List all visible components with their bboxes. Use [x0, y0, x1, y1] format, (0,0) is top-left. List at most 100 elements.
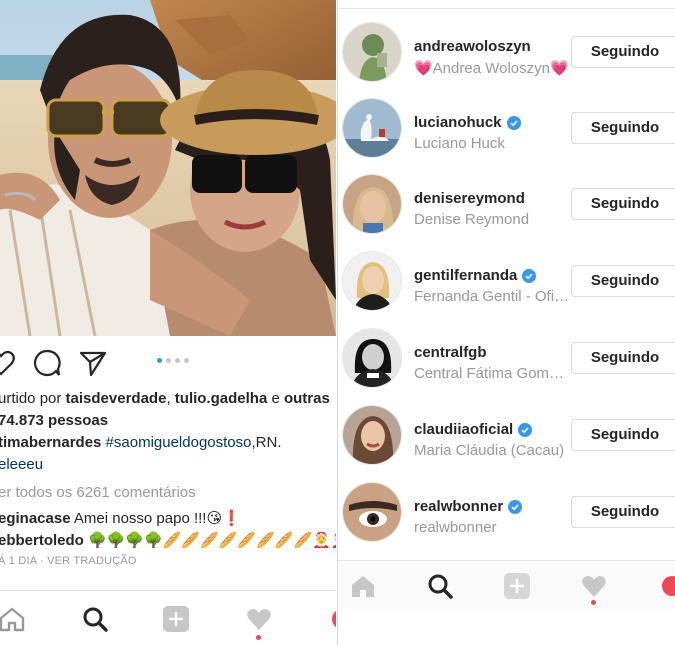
- divider: [338, 8, 675, 9]
- carousel-dot: [166, 358, 171, 363]
- full-name: 💗Andrea Woloszyn💗: [414, 60, 569, 77]
- username[interactable]: denisereymond: [414, 190, 525, 207]
- avatar[interactable]: [342, 482, 402, 542]
- beach-selfie-photo: [0, 0, 336, 336]
- likes-count[interactable]: 74.873 pessoas: [0, 410, 336, 432]
- post-details: urtido por taisdeverdade, tulio.gadelha …: [0, 388, 336, 570]
- following-row[interactable]: centralfgb Central Fátima Gomes... Segui…: [338, 320, 675, 396]
- blank-area: [338, 610, 675, 645]
- activity-notification-dot: [591, 600, 596, 605]
- username[interactable]: centralfgb: [414, 344, 487, 361]
- following-button[interactable]: Seguindo: [571, 419, 675, 451]
- avatar-image: [343, 406, 401, 464]
- caption-username[interactable]: tima­bernardes: [0, 434, 101, 451]
- new-post-icon[interactable]: [503, 572, 531, 600]
- following-row[interactable]: claudiiaoficial Maria Cláudia (Cacau) Se…: [338, 397, 675, 473]
- like-heart-icon[interactable]: [0, 348, 16, 378]
- post-time: Á 1 DIA: [0, 555, 37, 567]
- view-all-comments-link[interactable]: er todos os 6261 comentários: [0, 482, 336, 504]
- home-icon[interactable]: [0, 605, 26, 633]
- new-post-icon[interactable]: [162, 605, 190, 633]
- home-icon[interactable]: [349, 572, 377, 600]
- liked-by-prefix: urtido por: [0, 390, 66, 407]
- comment-username[interactable]: ebbertoledo: [0, 532, 84, 549]
- username[interactable]: andreawoloszyn: [414, 38, 531, 55]
- caption-line: tima­bernardes #saomigueldogostoso,RN.: [0, 432, 336, 454]
- separator: ,: [166, 390, 175, 407]
- username[interactable]: claudiiaoficial: [414, 421, 533, 438]
- liked-by-user-link[interactable]: tulio.gadelha: [175, 390, 268, 407]
- following-row[interactable]: realwbonner realwbonner Seguindo: [338, 474, 675, 550]
- post-photo[interactable]: [0, 0, 336, 336]
- verified-badge-icon: [506, 115, 521, 130]
- username-text: realwbonner: [414, 498, 504, 515]
- avatar[interactable]: [342, 22, 402, 82]
- liked-by-others-link[interactable]: outras: [284, 390, 330, 407]
- comment-username[interactable]: eginacase: [0, 510, 71, 527]
- activity-heart-icon[interactable]: [245, 605, 273, 633]
- avatar-image: [343, 329, 401, 387]
- full-name: Denise Reymond: [414, 211, 530, 228]
- verified-badge-icon: [522, 268, 537, 283]
- comment-row: ebbertoledo 🌳🌳🌳🌳🥖🥖🥖🥖🥖🥖🥖🥖🤶🤶🤶🤶: [0, 530, 336, 552]
- full-name: Maria Cláudia (Cacau): [414, 442, 565, 459]
- verified-badge-icon: [518, 422, 533, 437]
- profile-icon[interactable]: [328, 605, 336, 633]
- comment-text: 🌳🌳🌳🌳🥖🥖🥖🥖🥖🥖🥖🥖🤶🤶🤶🤶: [88, 532, 336, 549]
- avatar[interactable]: [342, 328, 402, 388]
- see-translation-link[interactable]: VER TRADUÇÃO: [47, 555, 137, 567]
- username-text: lucianohuck: [414, 114, 502, 131]
- username[interactable]: realwbonner: [414, 498, 523, 515]
- separator: ·: [36, 555, 48, 567]
- avatar[interactable]: [342, 405, 402, 465]
- following-list-panel: andreawoloszyn 💗Andrea Woloszyn💗 Seguind…: [337, 0, 675, 645]
- username[interactable]: gentilfernanda: [414, 267, 537, 284]
- username-text: claudiiaoficial: [414, 421, 514, 438]
- avatar[interactable]: [342, 174, 402, 234]
- avatar-image: [343, 23, 401, 81]
- following-row[interactable]: denisereymond Denise Reymond Seguindo: [338, 166, 675, 242]
- following-row[interactable]: andreawoloszyn 💗Andrea Woloszyn💗 Seguind…: [338, 14, 675, 90]
- post-actions-bar: [0, 348, 336, 378]
- username-text: denisereymond: [414, 190, 525, 207]
- full-name: Central Fátima Gomes...: [414, 365, 572, 382]
- activity-notification-dot: [256, 635, 261, 640]
- username[interactable]: lucianohuck: [414, 114, 521, 131]
- following-button[interactable]: Seguindo: [571, 36, 675, 68]
- caption-hashtag-line[interactable]: eleeeu: [0, 454, 336, 476]
- caption-hashtag[interactable]: #saomigueldogostoso: [106, 434, 252, 451]
- share-paper-plane-icon[interactable]: [78, 348, 108, 378]
- verified-badge-icon: [508, 499, 523, 514]
- following-button[interactable]: Seguindo: [571, 342, 675, 374]
- following-row[interactable]: lucianohuck Luciano Huck Seguindo: [338, 90, 675, 166]
- avatar[interactable]: [342, 98, 402, 158]
- comment-row: eginacase Amei nosso papo !!!😘❗: [0, 508, 336, 530]
- bottom-nav: [0, 590, 336, 645]
- username-text: gentilfernanda: [414, 267, 518, 284]
- carousel-dot: [184, 358, 189, 363]
- avatar-image: [343, 483, 401, 541]
- avatar-image: [343, 175, 401, 233]
- profile-icon[interactable]: [658, 572, 675, 600]
- username-text: centralfgb: [414, 344, 487, 361]
- comment-icon[interactable]: [32, 348, 62, 378]
- carousel-dot: [175, 358, 180, 363]
- following-button[interactable]: Seguindo: [571, 496, 675, 528]
- full-name: Fernanda Gentil - Oficial: [414, 288, 572, 305]
- carousel-dot-active: [157, 358, 162, 363]
- following-button[interactable]: Seguindo: [571, 265, 675, 297]
- following-row[interactable]: gentilfernanda Fernanda Gentil - Oficial…: [338, 243, 675, 319]
- activity-heart-icon[interactable]: [580, 572, 608, 600]
- avatar-image: [343, 99, 401, 157]
- liked-by-user-link[interactable]: taisdeverdade: [66, 390, 167, 407]
- search-icon[interactable]: [426, 572, 454, 600]
- carousel-indicator: [157, 358, 189, 363]
- avatar[interactable]: [342, 251, 402, 311]
- following-button[interactable]: Seguindo: [571, 188, 675, 220]
- avatar-image: [343, 252, 401, 310]
- caption-text: ,RN.: [251, 434, 282, 451]
- following-button[interactable]: Seguindo: [571, 112, 675, 144]
- post-panel: urtido por taisdeverdade, tulio.gadelha …: [0, 0, 336, 645]
- comment-text: Amei nosso papo !!!😘❗: [70, 510, 241, 527]
- search-icon[interactable]: [81, 605, 109, 633]
